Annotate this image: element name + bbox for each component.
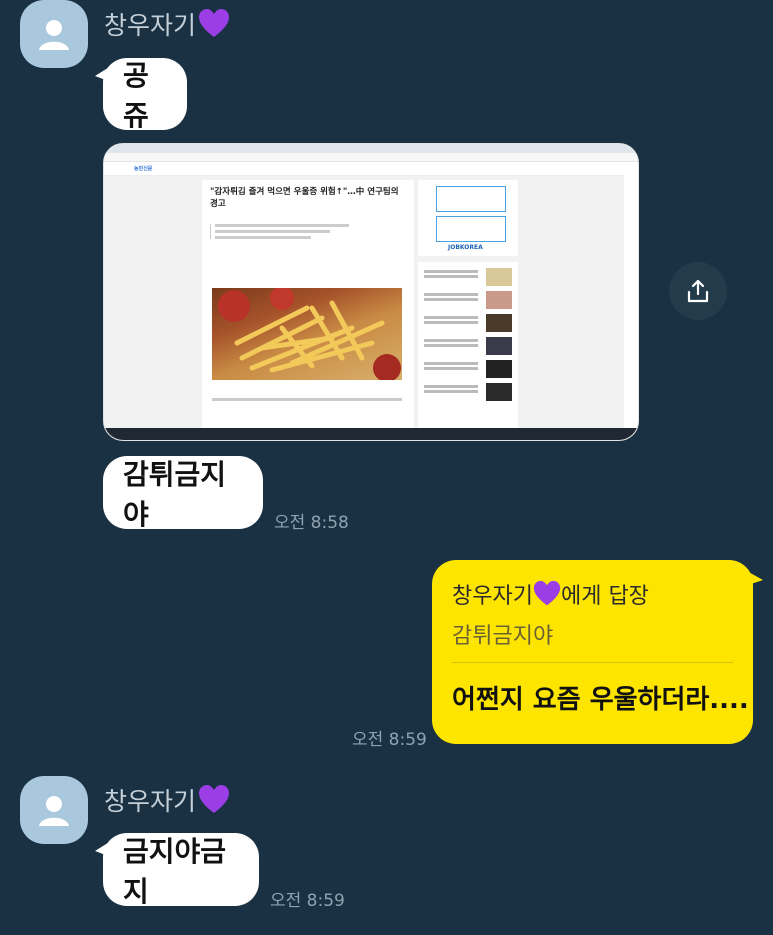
ad-label: JOBKOREA [448, 244, 483, 251]
message-bubble[interactable]: 공쥬 [95, 58, 187, 132]
article-headline: "감자튀김 즐겨 먹으면 우울증 위험↑"…中 연구팀의 경고 [210, 187, 399, 209]
reply-quote: 감튀금지야 [452, 624, 554, 649]
person-icon [39, 796, 69, 826]
reply-target-name: 창우자기 [452, 584, 533, 609]
browser-tabbar [104, 144, 638, 153]
article-summary [210, 224, 406, 239]
message-time: 오전 8:59 [352, 730, 427, 750]
message-time: 오전 8:59 [270, 891, 345, 911]
news-list [418, 262, 518, 428]
fries-photo [212, 286, 402, 382]
sender-name: 창우자기 [104, 6, 230, 42]
reply-bubble[interactable]: 창우자기 에게 답장 감튀금지야 어쩐지 요즘 우울하더라.... [432, 560, 763, 744]
message-time: 오전 8:58 [274, 513, 349, 533]
message-bubble[interactable]: 금지야금지 [95, 833, 259, 908]
message-text: 감튀금지야 [123, 457, 227, 531]
site-header: 농민신문 [104, 162, 638, 176]
sender-avatar[interactable] [20, 776, 88, 844]
shared-image[interactable]: 농민신문 "감자튀김 즐겨 먹으면 우울증 위험↑"…中 연구팀의 경고 JOB… [103, 143, 639, 441]
sender-name-text: 창우자기 [104, 11, 197, 40]
article-sidebar: JOBKOREA [418, 180, 518, 430]
purple-heart-icon [198, 784, 230, 816]
reply-divider [452, 662, 733, 663]
article-text-line [212, 398, 402, 401]
sender-avatar[interactable] [20, 0, 88, 68]
purple-heart-icon [533, 580, 561, 608]
ad-box: JOBKOREA [418, 180, 518, 256]
article: "감자튀김 즐겨 먹으면 우울증 위험↑"…中 연구팀의 경고 [202, 180, 414, 430]
reply-header[interactable]: 창우자기 에게 답장 [452, 578, 733, 610]
person-icon [39, 20, 69, 50]
browser-side-panel [624, 162, 638, 428]
site-logo: 농민신문 [134, 166, 153, 172]
sender-name-text: 창우자기 [104, 787, 197, 816]
share-button[interactable] [669, 262, 727, 320]
message-text: 금지야금지 [123, 834, 227, 908]
message-bubble[interactable]: 감튀금지야 [103, 456, 263, 531]
purple-heart-icon [198, 8, 230, 40]
share-icon [687, 279, 709, 303]
reply-header-suffix: 에게 답장 [560, 584, 649, 609]
os-taskbar [104, 428, 638, 440]
page-body: "감자튀김 즐겨 먹으면 우울증 위험↑"…中 연구팀의 경고 JOBKOREA [104, 176, 624, 430]
message-text: 공쥬 [123, 59, 149, 132]
reply-text: 어쩐지 요즘 우울하더라.... [452, 685, 749, 715]
browser-addressbar [104, 153, 638, 162]
sender-name: 창우자기 [104, 782, 230, 818]
